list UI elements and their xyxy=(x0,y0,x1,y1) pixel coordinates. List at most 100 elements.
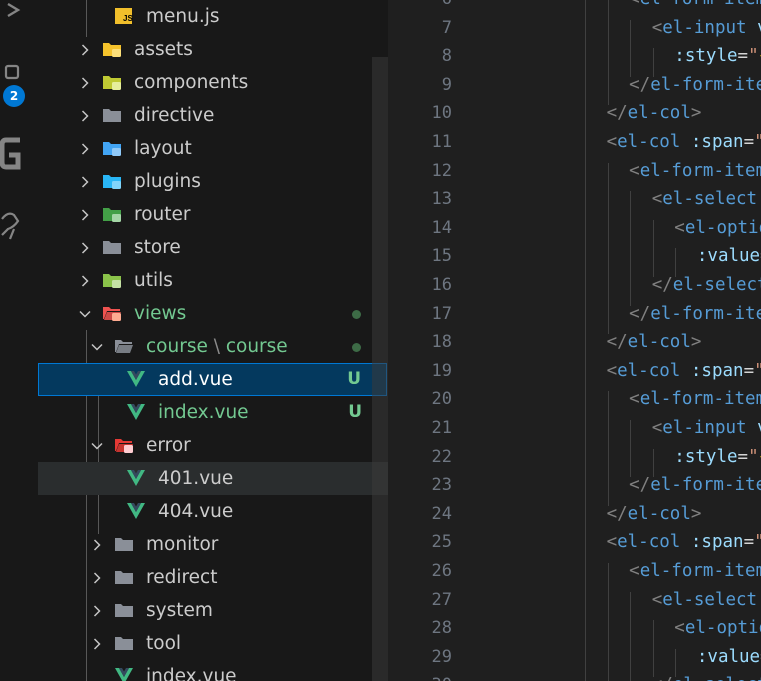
tree-item-label: directive xyxy=(134,105,215,126)
indent-guide xyxy=(585,105,586,134)
code-editor[interactable]: 6<el-form-item7<el-input v-8:style="{w9<… xyxy=(388,0,761,681)
chevron-right-icon[interactable] xyxy=(78,108,92,122)
line-number: 20 xyxy=(431,389,452,410)
code-line: </el-select xyxy=(652,675,761,681)
indent-guide xyxy=(607,477,609,506)
indent-guide xyxy=(585,420,586,449)
tree-file-row[interactable]: index.vue xyxy=(38,660,388,681)
code-token: </ xyxy=(606,503,628,524)
indent-guide xyxy=(607,0,609,20)
chevron-right-icon[interactable] xyxy=(78,174,92,188)
folder-icon xyxy=(114,601,134,619)
vue-file-icon xyxy=(126,370,146,388)
indent-guide xyxy=(675,648,677,678)
chevron-right-icon[interactable] xyxy=(78,42,92,56)
code-line: </el-col> xyxy=(607,504,702,524)
line-number: 25 xyxy=(431,532,452,553)
tree-folder-row[interactable]: directive xyxy=(38,99,388,132)
line-number: 16 xyxy=(431,275,452,295)
folder-icon xyxy=(114,535,134,553)
tree-item-label: assets xyxy=(134,39,193,60)
tree-file-row[interactable]: add.vue U xyxy=(38,363,387,396)
debug-icon[interactable] xyxy=(0,205,38,245)
tree-folder-row[interactable]: plugins xyxy=(38,165,388,198)
chevron-right-icon[interactable] xyxy=(90,603,104,617)
indent-guide xyxy=(630,191,632,220)
line-number: 17 xyxy=(431,303,452,324)
line-number: 9 xyxy=(441,74,452,95)
chevron-right-icon[interactable] xyxy=(78,273,92,287)
chevron-right-icon[interactable] xyxy=(78,207,92,221)
indent-guide xyxy=(630,448,632,478)
tree-folder-row[interactable]: monitor xyxy=(38,528,388,561)
indent-guide xyxy=(607,448,609,478)
chevron-right-icon[interactable] xyxy=(78,141,92,155)
code-line: <el-form-item xyxy=(629,561,761,581)
tree-item-label: layout xyxy=(134,138,192,159)
line-number: 13 xyxy=(431,189,452,210)
indent-guide xyxy=(607,162,609,192)
source-control-icon[interactable] xyxy=(0,0,38,30)
indent-guide xyxy=(585,648,586,678)
line-number: 28 xyxy=(431,618,452,639)
line-number: 12 xyxy=(431,160,452,181)
code-token: el-option xyxy=(684,618,761,639)
code-token: = xyxy=(743,532,755,553)
folder-assets-icon xyxy=(102,40,122,58)
tree-item-label: components xyxy=(134,72,249,93)
chevron-right-icon[interactable] xyxy=(90,570,104,584)
code-token: el-col xyxy=(617,360,691,381)
indent-guide xyxy=(585,362,586,392)
code-token: </ xyxy=(629,475,651,496)
code-token: el-option xyxy=(684,217,761,238)
tree-folder-row[interactable]: components xyxy=(38,66,388,99)
indent-guide xyxy=(630,420,632,449)
indent-guide xyxy=(607,48,609,77)
explorer-scrollbar[interactable] xyxy=(372,57,388,681)
indent-guide xyxy=(585,391,586,420)
tree-file-row[interactable]: JS menu.js xyxy=(38,0,388,33)
tree-folder-row[interactable]: store xyxy=(38,231,388,264)
indent-guide xyxy=(630,591,632,621)
tree-folder-row[interactable]: tool xyxy=(38,627,388,660)
chevron-down-icon[interactable] xyxy=(90,438,104,452)
tree-folder-row[interactable]: layout xyxy=(38,132,388,165)
code-line: <el-form-item xyxy=(629,0,761,9)
line-number: 22 xyxy=(431,446,452,467)
chevron-down-icon[interactable] xyxy=(90,339,104,353)
git-untracked-badge: U xyxy=(347,369,361,389)
chevron-right-icon[interactable] xyxy=(78,240,92,254)
tree-item-label: 401.vue xyxy=(158,468,234,489)
tree-folder-row[interactable]: views xyxy=(38,297,388,330)
tree-file-row[interactable]: index.vue U xyxy=(38,396,388,429)
indent-guide xyxy=(607,420,609,449)
code-token: el-input xyxy=(662,17,758,38)
tree-folder-row[interactable]: course \ course xyxy=(38,330,388,363)
tree-folder-row[interactable]: assets xyxy=(38,33,388,66)
tree-folder-row[interactable]: error xyxy=(38,429,388,462)
tree-folder-row[interactable]: utils xyxy=(38,264,388,297)
tree-file-row[interactable]: 404.vue xyxy=(38,495,388,528)
code-token: </ xyxy=(651,275,673,295)
code-line: :style="{w xyxy=(674,447,761,467)
chevron-down-icon[interactable] xyxy=(78,306,92,320)
chevron-right-icon[interactable] xyxy=(90,636,104,650)
indent-guide xyxy=(585,305,586,335)
code-token: :value xyxy=(696,246,761,267)
tree-folder-row[interactable]: system xyxy=(38,594,388,627)
indent-guide xyxy=(585,534,586,563)
indent-guide xyxy=(585,76,586,106)
tree-folder-row[interactable]: router xyxy=(38,198,388,231)
git-graph-icon[interactable] xyxy=(0,136,38,176)
chevron-right-icon[interactable] xyxy=(78,75,92,89)
code-line: </el-form-item xyxy=(629,75,761,95)
tree-item-label: index.vue xyxy=(158,402,249,423)
indent-guide xyxy=(607,648,609,678)
tree-file-row[interactable]: 401.vue xyxy=(38,462,388,495)
folder-components-icon xyxy=(102,73,122,91)
code-token: </ xyxy=(606,103,628,124)
code-token: < xyxy=(629,160,640,181)
indent-guide xyxy=(607,19,609,49)
chevron-right-icon[interactable] xyxy=(90,537,104,551)
tree-folder-row[interactable]: redirect xyxy=(38,561,388,594)
